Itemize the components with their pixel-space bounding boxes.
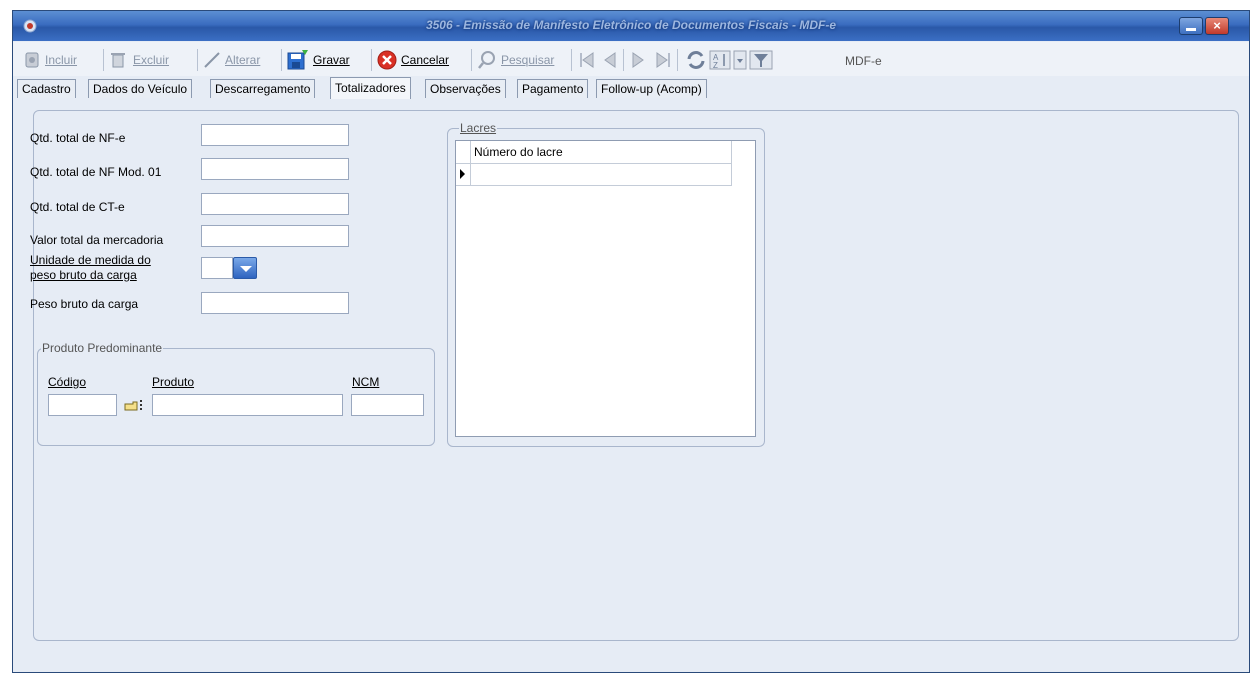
window-title: 3506 - Emissão de Manifesto Eletrônico d… <box>425 18 837 32</box>
codigo-input[interactable] <box>48 394 117 416</box>
current-row-arrow-icon <box>456 163 471 185</box>
excluir-button[interactable]: Excluir <box>109 49 169 71</box>
peso-bruto-label: Peso bruto da carga <box>30 297 139 311</box>
main-window: 3506 - Emissão de Manifesto Eletrônico d… <box>12 10 1250 673</box>
tab-dados-do-veiculo[interactable]: Dados do Veículo <box>88 79 193 98</box>
search-icon <box>478 51 495 69</box>
incluir-button[interactable]: Incluir <box>23 49 77 71</box>
tab-pagamento[interactable]: Pagamento <box>517 79 589 98</box>
qtd-nfe-label: Qtd. total de NF-e <box>30 131 126 145</box>
tab-follow-up[interactable]: Follow-up (Acomp) <box>596 79 707 98</box>
next-record-icon[interactable] <box>629 51 647 69</box>
cancel-icon <box>377 50 397 70</box>
edit-pencil-icon <box>204 52 220 68</box>
tab-descarregamento[interactable]: Descarregamento <box>210 79 316 98</box>
dropdown-arrow-icon[interactable] <box>733 50 747 70</box>
toolbar: Incluir Excluir Alterar Gravar Cancelar … <box>13 42 1249 76</box>
toolbar-separator <box>677 49 678 71</box>
unidade-medida-select[interactable] <box>201 257 257 279</box>
pesquisar-label: Pesquisar <box>501 53 555 67</box>
valor-total-input[interactable] <box>201 225 349 247</box>
save-icon <box>287 50 308 70</box>
unidade-label-line2: peso bruto da carga <box>30 268 137 282</box>
peso-bruto-input[interactable] <box>201 292 349 314</box>
toolbar-separator <box>281 49 282 71</box>
close-button[interactable]: × <box>1205 17 1229 35</box>
grid-header-indicator <box>456 141 471 163</box>
svg-text:Z: Z <box>713 61 718 70</box>
first-record-icon[interactable] <box>577 51 597 69</box>
module-label: MDF-e <box>845 54 882 68</box>
tab-cadastro[interactable]: Cadastro <box>17 79 76 98</box>
gravar-button[interactable]: Gravar <box>287 49 350 71</box>
numero-lacre-column-header[interactable]: Número do lacre <box>474 145 563 159</box>
refresh-icon[interactable] <box>685 50 707 70</box>
qtd-cte-label: Qtd. total de CT-e <box>30 200 125 214</box>
alterar-label: Alterar <box>225 53 261 67</box>
pesquisar-button[interactable]: Pesquisar <box>477 49 554 71</box>
table-row[interactable] <box>456 163 732 186</box>
lacres-legend: Lacres <box>459 121 498 135</box>
lookup-hand-icon[interactable] <box>123 398 145 414</box>
tab-bar: Cadastro Dados do Veículo Descarregament… <box>13 77 1249 99</box>
sort-icon[interactable]: AZ <box>709 50 731 70</box>
toolbar-separator <box>371 49 372 71</box>
alterar-button[interactable]: Alterar <box>203 49 260 71</box>
tab-observacoes[interactable]: Observações <box>425 79 506 98</box>
qtd-nf-mod01-label: Qtd. total de NF Mod. 01 <box>30 165 162 179</box>
codigo-label: Código <box>48 375 87 389</box>
gravar-label: Gravar <box>313 53 350 67</box>
filter-icon[interactable] <box>749 50 773 70</box>
minimize-button[interactable] <box>1179 17 1203 35</box>
toolbar-separator <box>571 49 572 71</box>
unidade-medida-value <box>201 257 233 279</box>
toolbar-separator <box>471 49 472 71</box>
previous-record-icon[interactable] <box>601 51 619 69</box>
qtd-nfe-input[interactable] <box>201 124 349 146</box>
add-icon <box>25 52 39 68</box>
toolbar-separator <box>623 49 624 71</box>
produto-label: Produto <box>152 375 195 389</box>
cancelar-button[interactable]: Cancelar <box>377 49 449 71</box>
tab-totalizadores[interactable]: Totalizadores <box>330 77 411 99</box>
ncm-input[interactable] <box>351 394 424 416</box>
toolbar-separator <box>197 49 198 71</box>
qtd-nf-mod01-input[interactable] <box>201 158 349 180</box>
produto-predominante-legend: Produto Predominante <box>41 341 164 355</box>
last-record-icon[interactable] <box>653 51 673 69</box>
chevron-down-icon[interactable] <box>233 257 257 279</box>
grid-header: Número do lacre <box>456 141 732 185</box>
produto-input[interactable] <box>152 394 343 416</box>
lacres-grid[interactable]: Número do lacre <box>455 140 756 437</box>
unidade-label-line1: Unidade de medida do <box>30 253 151 267</box>
title-bar[interactable]: 3506 - Emissão de Manifesto Eletrônico d… <box>13 11 1249 41</box>
incluir-label: Incluir <box>45 53 78 67</box>
trash-icon <box>111 53 125 68</box>
qtd-cte-input[interactable] <box>201 193 349 215</box>
close-icon: × <box>1213 18 1221 33</box>
toolbar-separator <box>103 49 104 71</box>
cancelar-label: Cancelar <box>401 53 450 67</box>
ncm-label: NCM <box>352 375 380 389</box>
valor-total-label: Valor total da mercadoria <box>30 233 164 247</box>
excluir-label: Excluir <box>133 53 170 67</box>
